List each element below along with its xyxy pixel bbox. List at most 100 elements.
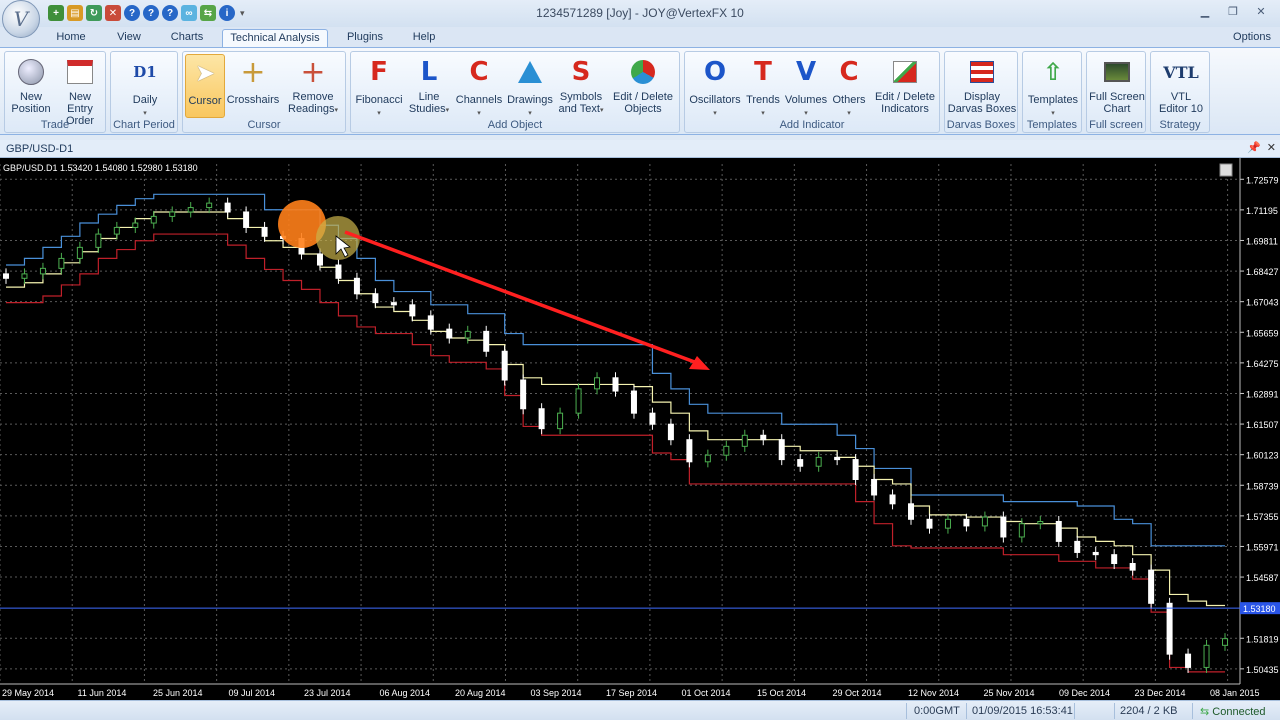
- symbols-text-icon: S: [571, 57, 591, 87]
- ohlc-label: GBP/USD.D1 1.53420 1.54080 1.52980 1.531…: [3, 163, 198, 173]
- candle-body: [1018, 523, 1025, 538]
- y-tick-label: 1.51819: [1246, 634, 1279, 644]
- vtl-editor-button[interactable]: VTL VTL Editor 10: [1153, 54, 1209, 118]
- candle-body: [667, 423, 674, 441]
- candle-body: [594, 377, 601, 390]
- candle-body: [944, 518, 951, 529]
- candle-body: [483, 330, 490, 352]
- price-chart[interactable]: 1.72579 1.71195 1.69811 1.68427 1.67043 1.656…: [0, 158, 1280, 700]
- new-position-button[interactable]: New Position: [7, 54, 55, 118]
- candle-body: [520, 379, 527, 410]
- candle-body: [778, 439, 785, 461]
- tab-plugins[interactable]: Plugins: [338, 29, 392, 47]
- candle-body: [741, 434, 748, 447]
- remove-readings-icon: +: [300, 54, 326, 90]
- candle-body: [409, 304, 416, 317]
- remove-readings-button[interactable]: + Remove Readings▾: [283, 54, 343, 118]
- candle-body: [760, 434, 767, 441]
- x-tick-label: 23 Jul 2014: [304, 688, 351, 698]
- candle-body: [852, 459, 859, 480]
- volumes-button[interactable]: V Volumes ▾: [783, 54, 829, 118]
- status-traffic: 2204 / 2 KB: [1120, 705, 1178, 717]
- x-tick-label: 17 Sep 2014: [606, 688, 657, 698]
- candle-body: [889, 494, 896, 505]
- candle-body: [1185, 653, 1192, 668]
- x-tick-label: 15 Oct 2014: [757, 688, 806, 698]
- drawings-button[interactable]: Drawings ▾: [505, 54, 555, 118]
- candle-body: [1000, 516, 1007, 538]
- window-title: 1234571289 [Joy] - JOY@VertexFX 10: [536, 6, 744, 20]
- close-icon[interactable]: ✕: [1248, 2, 1274, 20]
- candle-body: [1074, 540, 1081, 553]
- drawings-icon: [514, 58, 546, 86]
- ribbon-tabs: Home View Charts Technical Analysis Plug…: [0, 27, 1280, 47]
- chart-window-header: GBP/USD-D1 📌 ✕: [0, 140, 1280, 158]
- templates-button[interactable]: ⇧ Templates ▾: [1025, 54, 1081, 118]
- tab-technical-analysis[interactable]: Technical Analysis: [222, 29, 328, 47]
- lower-band-line: [6, 233, 1225, 673]
- group-templates: ⇧ Templates ▾ Templates: [1022, 51, 1082, 133]
- minimize-icon[interactable]: ▁: [1192, 2, 1218, 20]
- new-position-icon: [15, 58, 47, 86]
- restore-icon[interactable]: ❐: [1220, 2, 1246, 20]
- cursor-button[interactable]: ➤ Cursor: [185, 54, 225, 118]
- daily-period-button[interactable]: D1 Daily ▾: [115, 54, 175, 118]
- group-darvas-boxes: Display Darvas Boxes Darvas Boxes: [944, 51, 1018, 133]
- display-darvas-boxes-button[interactable]: Display Darvas Boxes: [947, 54, 1017, 118]
- fibonacci-button[interactable]: F Fibonacci ▾: [353, 54, 405, 118]
- candle-body: [3, 273, 9, 279]
- new-entry-order-button[interactable]: New Entry Order: [55, 54, 105, 127]
- candle-body: [723, 445, 730, 456]
- status-gmt: 0:00GMT: [914, 705, 960, 717]
- candle-body: [261, 226, 268, 237]
- edit-objects-icon: [627, 58, 659, 86]
- candle-body: [1222, 638, 1228, 646]
- candle-body: [1203, 644, 1210, 668]
- x-tick-label: 08 Jan 2015: [1210, 688, 1260, 698]
- x-tick-label: 09 Jul 2014: [229, 688, 276, 698]
- chart-window-title[interactable]: GBP/USD-D1: [6, 143, 73, 155]
- oscillators-button[interactable]: O Oscillators ▾: [687, 54, 743, 118]
- line-studies-button[interactable]: L Line Studies▾: [405, 54, 453, 118]
- crosshairs-icon: +: [240, 54, 266, 90]
- connection-status: ⇆ Connected: [1200, 706, 1266, 718]
- tab-view[interactable]: View: [110, 29, 148, 47]
- candle-body: [58, 257, 65, 269]
- y-tick-label: 1.67043: [1246, 298, 1279, 308]
- candle-body: [686, 439, 693, 463]
- candle-body: [1166, 602, 1173, 655]
- edit-delete-objects-button[interactable]: Edit / Delete Objects: [609, 54, 677, 118]
- status-datetime: 01/09/2015 16:53:41: [972, 705, 1073, 717]
- edit-delete-indicators-button[interactable]: Edit / Delete Indicators: [871, 54, 939, 118]
- x-tick-label: 29 Oct 2014: [833, 688, 882, 698]
- tab-help[interactable]: Help: [404, 29, 444, 47]
- symbols-text-button[interactable]: S Symbols and Text▾: [555, 54, 607, 118]
- tab-charts[interactable]: Charts: [164, 29, 210, 47]
- channels-button[interactable]: C Channels ▾: [453, 54, 505, 118]
- y-tick-label: 1.58739: [1246, 481, 1279, 491]
- candle-body: [501, 350, 508, 381]
- y-tick-label: 1.65659: [1246, 328, 1279, 338]
- candle-body: [704, 454, 711, 463]
- full-screen-chart-button[interactable]: Full Screen Chart: [1089, 54, 1145, 118]
- candle-body: [1055, 521, 1062, 542]
- darvas-boxes-icon: [966, 58, 998, 86]
- tab-home[interactable]: Home: [48, 29, 94, 47]
- pin-icon[interactable]: 📌: [1247, 141, 1261, 154]
- ribbon: New Position New Entry Order Trade D1 Dail…: [0, 47, 1280, 135]
- trends-button[interactable]: T Trends ▾: [743, 54, 783, 118]
- x-tick-label: 25 Nov 2014: [984, 688, 1035, 698]
- crosshairs-button[interactable]: + Crosshairs: [225, 54, 281, 118]
- close-chart-icon[interactable]: ✕: [1267, 141, 1276, 154]
- candle-body: [797, 459, 804, 467]
- x-tick-label: 25 Jun 2014: [153, 688, 203, 698]
- candle-body: [206, 202, 213, 209]
- candle-body: [316, 253, 323, 266]
- others-button[interactable]: C Others ▾: [829, 54, 869, 118]
- options-menu[interactable]: Options: [1228, 29, 1276, 47]
- app-logo[interactable]: V: [2, 0, 40, 38]
- group-chart-period: D1 Daily ▾ Chart Period: [110, 51, 178, 133]
- y-tick-label: 1.61507: [1246, 420, 1279, 430]
- candle-body: [1111, 554, 1118, 565]
- chart-canvas[interactable]: 1.72579 1.71195 1.69811 1.68427 1.67043 1.656…: [0, 158, 1280, 700]
